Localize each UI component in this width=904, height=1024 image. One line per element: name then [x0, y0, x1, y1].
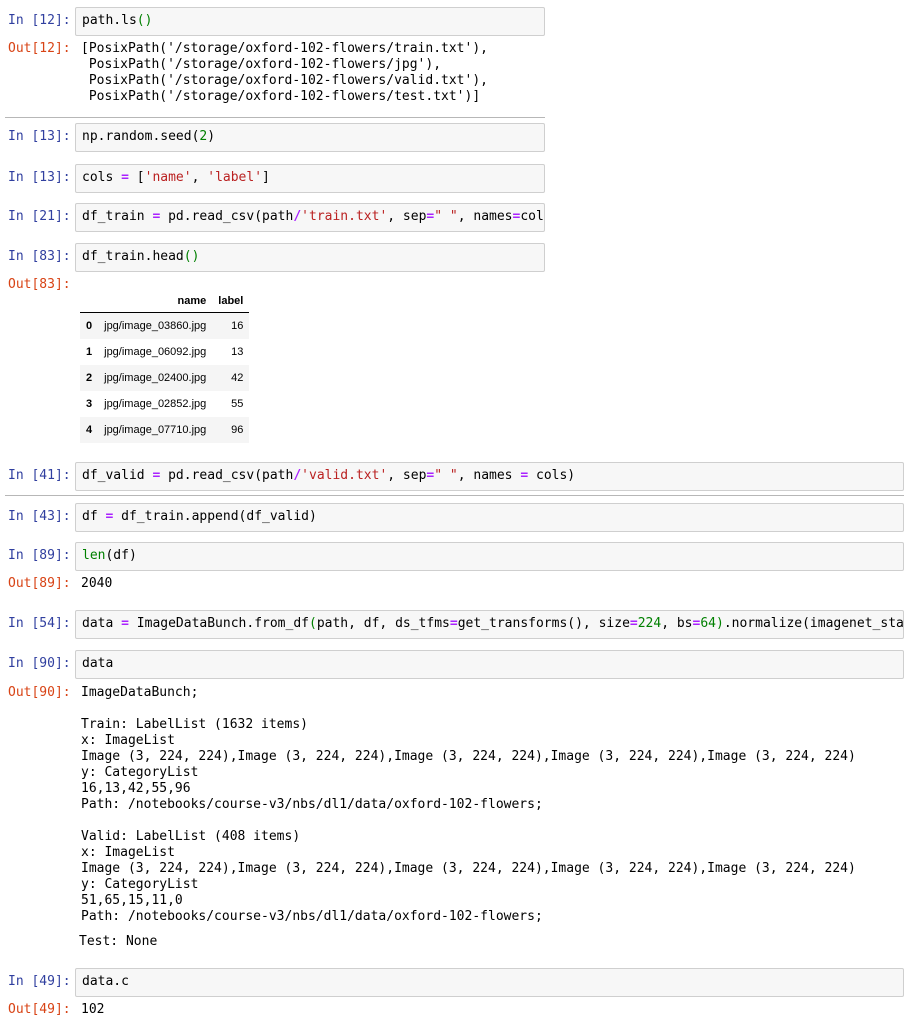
code-input[interactable]: df_train = pd.read_csv(path/'train.txt',… [75, 203, 545, 232]
code-input[interactable]: np.random.seed(2) [75, 123, 545, 152]
table-row: 0 jpg/image_03860.jpg 16 [80, 312, 250, 339]
cell-label: 13 [231, 346, 244, 358]
cell-divider [5, 117, 545, 118]
code-input[interactable]: cols = ['name', 'label'] [75, 164, 545, 193]
code-input[interactable]: data = ImageDataBunch.from_df(path, df, … [75, 610, 904, 639]
out-prompt: Out[89]: [8, 576, 71, 591]
out-prompt: Out[90]: [8, 685, 71, 700]
cell-output-tail: Test: None [79, 934, 158, 949]
in-prompt: In [13]: [8, 170, 71, 185]
table-row: 2 jpg/image_02400.jpg 42 [80, 365, 250, 391]
in-prompt: In [43]: [8, 509, 71, 524]
table-header-row: name label [80, 290, 250, 313]
in-prompt: In [83]: [8, 249, 71, 264]
in-prompt: In [89]: [8, 548, 71, 563]
code-input[interactable]: df = df_train.append(df_valid) [75, 503, 904, 532]
cell-output: 2040 [81, 576, 113, 591]
row-index: 0 [86, 320, 93, 332]
row-index: 2 [86, 372, 93, 384]
cell-name: jpg/image_06092.jpg [104, 346, 207, 358]
index-header [80, 290, 99, 313]
cell-name: jpg/image_02400.jpg [104, 372, 207, 384]
table-row: 1 jpg/image_06092.jpg 13 [80, 339, 249, 365]
table-row: 3 jpg/image_02852.jpg 55 [80, 391, 249, 417]
dataframe-table: name label 0 jpg/image_03860.jpg 16 1 jp… [80, 290, 250, 443]
out-prompt: Out[49]: [8, 1002, 71, 1017]
table-row: 4 jpg/image_07710.jpg 96 [80, 417, 250, 443]
cell-divider [5, 495, 904, 496]
code-input[interactable]: path.ls() [75, 7, 545, 36]
row-index: 1 [86, 346, 93, 358]
code-input[interactable]: df_valid = pd.read_csv(path/'valid.txt',… [75, 462, 904, 491]
in-prompt: In [21]: [8, 209, 71, 224]
cell-name: jpg/image_03860.jpg [104, 320, 207, 332]
column-header-name: name [98, 290, 213, 313]
in-prompt: In [13]: [8, 129, 71, 144]
code-input[interactable]: data.c [75, 968, 904, 997]
out-prompt: Out[12]: [8, 41, 71, 56]
column-header-label: label [212, 290, 250, 313]
in-prompt: In [54]: [8, 616, 71, 631]
in-prompt: In [41]: [8, 468, 71, 483]
cell-output: ImageDataBunch; Train: LabelList (1632 i… [81, 685, 856, 924]
cell-label: 55 [231, 398, 244, 410]
cell-output: 102 [81, 1002, 105, 1017]
cell-output: [PosixPath('/storage/oxford-102-flowers/… [81, 41, 488, 104]
code-input[interactable]: len(df) [75, 542, 904, 571]
cell-label: 16 [231, 320, 244, 332]
code-input[interactable]: data [75, 650, 904, 679]
cell-label: 42 [231, 372, 244, 384]
code-input[interactable]: df_train.head() [75, 243, 545, 272]
cell-name: jpg/image_07710.jpg [104, 424, 207, 436]
in-prompt: In [12]: [8, 13, 71, 28]
row-index: 4 [86, 424, 93, 436]
in-prompt: In [90]: [8, 656, 71, 671]
cell-name: jpg/image_02852.jpg [104, 398, 207, 410]
out-prompt: Out[83]: [8, 277, 71, 292]
cell-label: 96 [231, 424, 244, 436]
in-prompt: In [49]: [8, 974, 71, 989]
row-index: 3 [86, 398, 93, 410]
